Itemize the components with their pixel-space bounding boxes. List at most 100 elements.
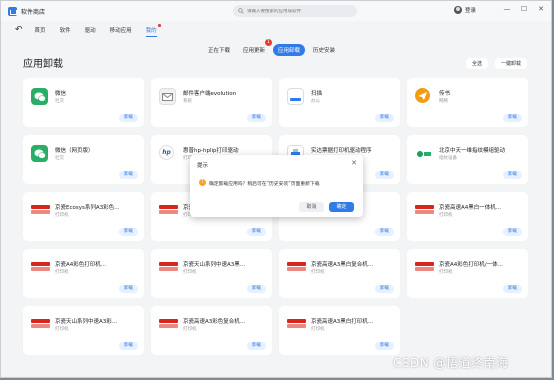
app-category: 打印机: [439, 213, 453, 218]
update-count-badge: 1: [265, 39, 273, 46]
app-category: 社交: [55, 99, 64, 104]
app-card[interactable]: 扫描办公卸载: [279, 78, 400, 127]
tab-uninstall[interactable]: 应用卸载: [273, 44, 306, 56]
cancel-button[interactable]: 取消: [299, 202, 324, 212]
batch-uninstall-button[interactable]: 一键卸载: [494, 58, 527, 69]
close-icon[interactable]: ✕: [537, 5, 545, 13]
app-card[interactable]: 京瓷A4彩色打印机... 打印机 卸载: [23, 249, 144, 298]
uninstall-button[interactable]: 卸载: [119, 228, 138, 236]
maximize-icon[interactable]: ☐: [520, 5, 528, 13]
kyocera-icon: [415, 205, 434, 215]
notification-dot: [158, 24, 161, 27]
app-name: 微信: [55, 91, 67, 97]
app-card[interactable]: 京瓷高速A4黑白一体机... 打印机 卸载: [407, 192, 528, 241]
login-button[interactable]: 登录: [454, 6, 476, 14]
app-category: 打印机: [55, 327, 69, 332]
app-card[interactable]: 京瓷高速A3黑白打印机... 打印机卸载: [279, 306, 400, 355]
uninstall-button[interactable]: 卸载: [375, 285, 394, 293]
uninstall-button[interactable]: 卸载: [119, 114, 138, 122]
mail-icon: [159, 88, 176, 105]
app-category: 打印机: [311, 327, 325, 332]
kyocera-icon: [31, 319, 50, 329]
nav-software[interactable]: 软件: [60, 26, 71, 34]
uninstall-button[interactable]: 卸载: [375, 171, 394, 179]
app-card[interactable]: 微信（网页版） 社交 卸载: [23, 135, 144, 184]
uninstall-button[interactable]: 卸载: [119, 285, 138, 293]
uninstall-button[interactable]: 卸载: [247, 228, 266, 236]
nav-mine[interactable]: 我的: [145, 24, 161, 37]
uninstall-button[interactable]: 卸载: [247, 285, 266, 293]
app-name: 微信（网页版）: [55, 148, 94, 154]
app-name: 京瓷高速A3彩色复合机...: [183, 319, 246, 325]
uninstall-button[interactable]: 卸载: [503, 285, 522, 293]
uninstall-button[interactable]: 卸载: [375, 114, 394, 122]
app-name: 传书: [439, 91, 451, 97]
uninstall-button[interactable]: 卸载: [375, 342, 394, 350]
uninstall-button[interactable]: 卸载: [119, 171, 138, 179]
app-name: 京瓷A4彩色打印机/一体...: [439, 262, 503, 268]
app-category: 打印机: [183, 327, 197, 332]
store-logo-icon: [8, 6, 17, 16]
app-card[interactable]: 京瓷高速A3黑白复合机... 打印机 卸载: [279, 249, 400, 298]
tab-history[interactable]: 历史安装: [308, 44, 340, 56]
app-name: 北京中天一维指纹模组驱动: [439, 148, 506, 154]
app-name: 京瓷Ecosys系列A3彩色...: [55, 205, 120, 211]
app-category: 打印机: [55, 270, 69, 275]
uninstall-button[interactable]: 卸载: [119, 342, 138, 350]
kyocera-icon: [31, 262, 50, 272]
search-box[interactable]: [233, 5, 357, 17]
uninstall-button[interactable]: 卸载: [247, 342, 266, 350]
nav-mobile-apps[interactable]: 移动应用: [110, 26, 132, 34]
app-card[interactable]: 传书网络卸载: [407, 78, 528, 127]
app-name: 实达票据打印机驱动程序: [311, 148, 372, 154]
app-name: 扫描: [311, 91, 323, 97]
kyocera-icon: [31, 205, 50, 215]
app-name: 京瓷天山系列中速A3黑...: [183, 262, 246, 268]
tab-updates[interactable]: 应用更新 1: [238, 39, 273, 56]
uninstall-button[interactable]: 卸载: [375, 228, 394, 236]
app-category: 系统: [183, 99, 192, 104]
close-icon[interactable]: ✕: [351, 159, 357, 167]
search-input[interactable]: [247, 8, 352, 14]
uninstall-button[interactable]: 卸载: [503, 114, 522, 122]
search-icon: [238, 8, 244, 14]
app-card[interactable]: 北京中天一维指纹模组驱动 指纹设备 卸载: [407, 135, 528, 184]
uninstall-button[interactable]: 卸载: [247, 114, 266, 122]
app-card[interactable]: 邮件客户端evolution 系统卸载: [151, 78, 272, 127]
kyocera-icon: [159, 205, 178, 215]
app-card[interactable]: 京瓷天山系列中速A3黑... 打印机 卸载: [151, 249, 272, 298]
app-category: 打印机: [55, 213, 69, 218]
uninstall-button[interactable]: 卸载: [503, 228, 522, 236]
select-all-button[interactable]: 全选: [465, 58, 488, 69]
app-name: 惠普hp-hplip打印驱动: [183, 148, 239, 154]
nav-drivers[interactable]: 驱动: [85, 26, 96, 34]
minimize-icon[interactable]: —: [503, 5, 511, 13]
back-icon[interactable]: ↶: [15, 25, 23, 35]
tab-updates-label: 应用更新: [243, 48, 266, 54]
kyocera-icon: [415, 262, 434, 272]
kyocera-icon: [287, 262, 306, 272]
wechat-icon: [31, 145, 48, 162]
app-card[interactable]: 京瓷高速A3彩色复合机... 打印机卸载: [151, 306, 272, 355]
app-name: 京瓷高速A3黑白打印机...: [311, 319, 374, 325]
app-card[interactable]: 京瓷天山系列中速A3彩... 打印机 卸载: [23, 306, 144, 355]
app-card[interactable]: 微信社交卸载: [23, 78, 144, 127]
dialog-message: 确定卸载应用吗？稍后可在“历史安装”页面重新下载: [209, 182, 320, 187]
confirm-button[interactable]: 确定: [329, 202, 354, 212]
scanner-icon: [287, 88, 304, 105]
dialog-title: 提示: [197, 163, 209, 169]
app-category: 打印机: [311, 270, 325, 275]
app-name: 邮件客户端evolution: [183, 91, 237, 97]
app-card[interactable]: 京瓷Ecosys系列A3彩色... 打印机卸载: [23, 192, 144, 241]
main-nav: ↶ 首页 软件 驱动 移动应用 我的: [1, 23, 551, 37]
app-card[interactable]: 京瓷A4彩色打印机/一体... 打印机 卸载: [407, 249, 528, 298]
nav-home[interactable]: 首页: [35, 26, 46, 34]
app-category: 办公: [311, 99, 320, 104]
login-label: 登录: [465, 8, 477, 14]
app-category: 网络: [439, 99, 448, 104]
confirm-dialog: 提示 ✕ ! 确定卸载应用吗？稍后可在“历史安装”页面重新下载 取消 确定: [190, 155, 363, 217]
uninstall-button[interactable]: 卸载: [503, 171, 522, 179]
wechat-icon: [31, 88, 48, 105]
tab-downloading[interactable]: 正在下载: [203, 44, 235, 56]
page-title: 应用卸载: [23, 59, 63, 70]
